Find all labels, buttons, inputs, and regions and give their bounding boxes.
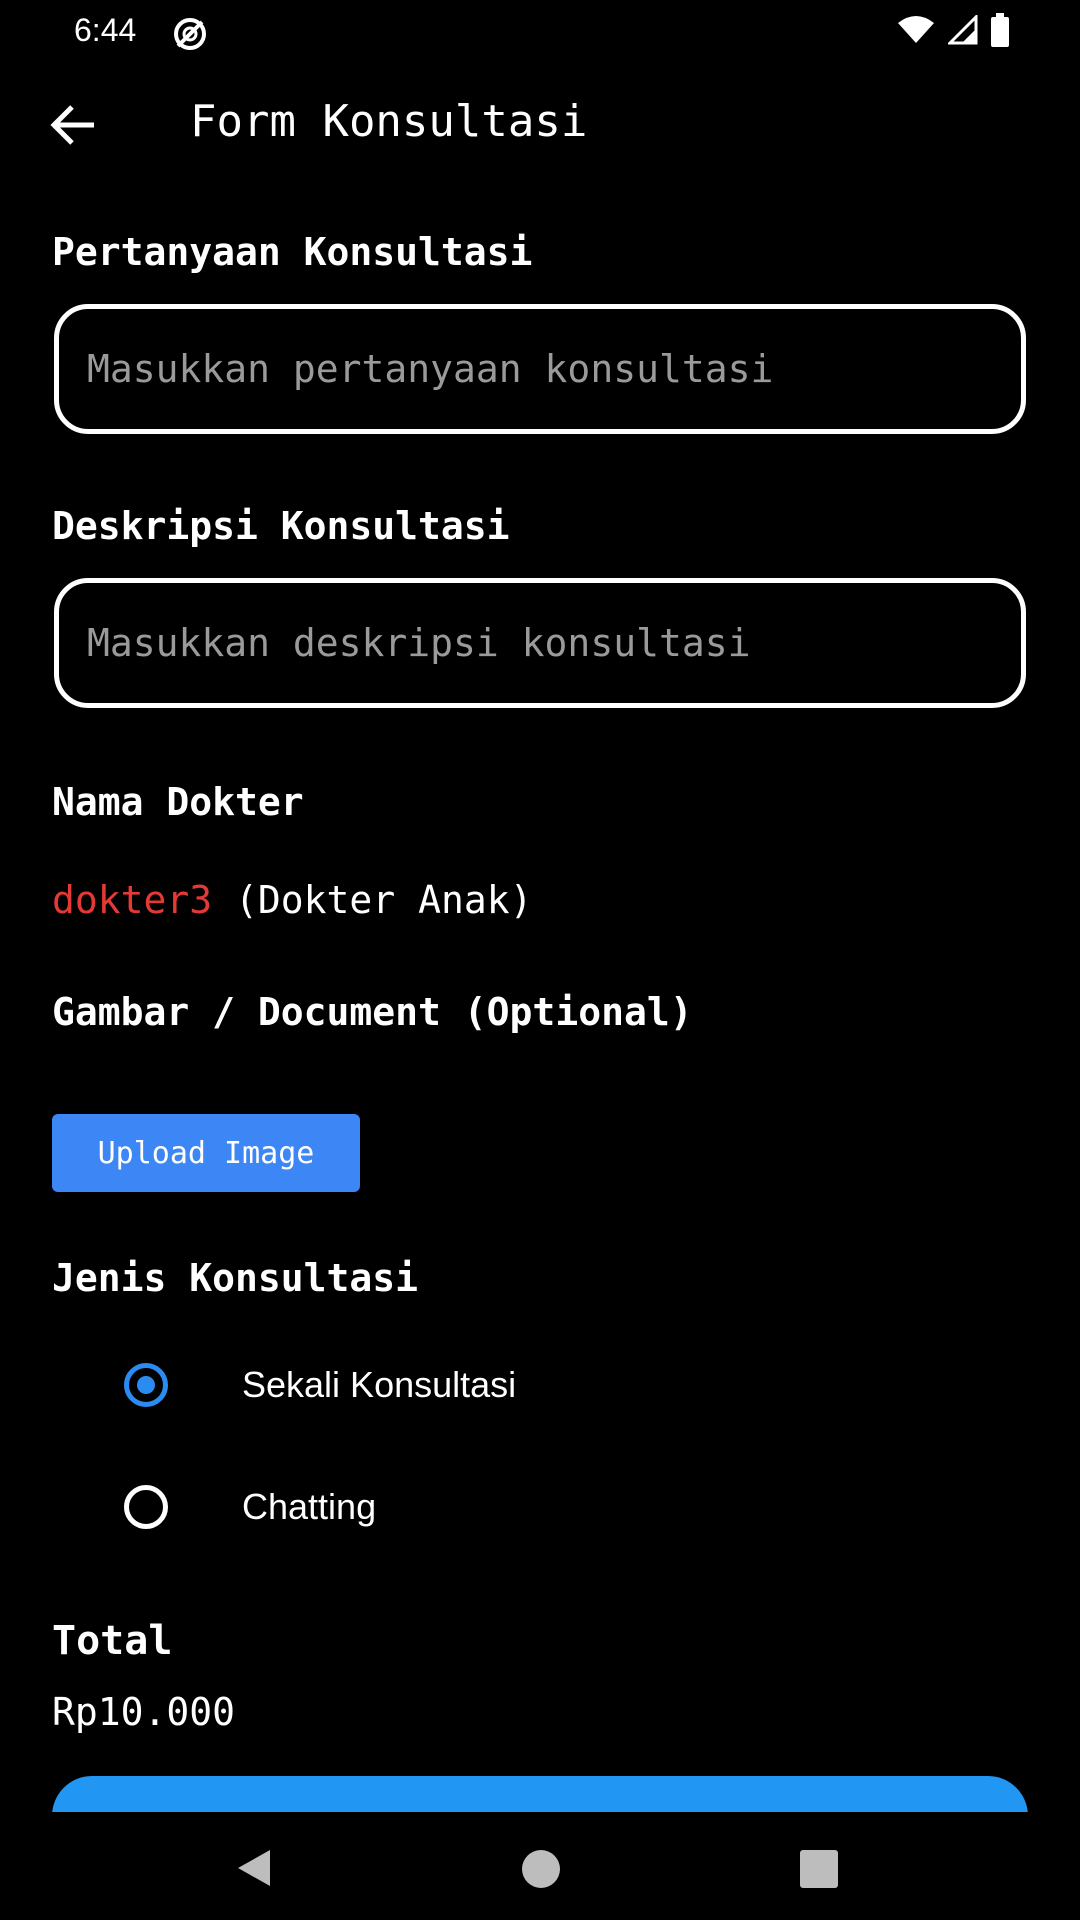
wifi-icon xyxy=(896,15,936,49)
radio-option-chatting[interactable]: Chatting xyxy=(0,1462,1080,1552)
nav-recents-icon[interactable] xyxy=(800,1850,838,1888)
status-icons xyxy=(896,13,1010,51)
page-title: Form Konsultasi xyxy=(190,96,588,147)
question-label: Pertanyaan Konsultasi xyxy=(52,230,533,274)
status-time: 6:44 xyxy=(74,12,137,48)
total-label: Total xyxy=(52,1618,173,1664)
doctor-info: dokter3 (Dokter Anak) xyxy=(52,878,532,922)
status-bar: 6:44 xyxy=(0,0,1080,64)
upload-image-button[interactable]: Upload Image xyxy=(52,1114,360,1192)
total-value: Rp10.000 xyxy=(52,1690,236,1734)
nav-back-icon[interactable] xyxy=(234,1848,274,1888)
doctor-specialty: (Dokter Anak) xyxy=(235,878,533,922)
radio-label: Chatting xyxy=(242,1486,377,1527)
radio-unchecked-icon[interactable] xyxy=(124,1485,168,1529)
description-field-container xyxy=(54,578,1026,708)
description-input[interactable] xyxy=(59,583,1021,703)
question-input[interactable] xyxy=(59,309,1021,429)
attachment-label: Gambar / Document (Optional) xyxy=(52,990,693,1034)
consultation-type-label: Jenis Konsultasi xyxy=(52,1256,419,1300)
question-field-container xyxy=(54,304,1026,434)
navigation-bar xyxy=(0,1812,1080,1920)
app-bar: Form Konsultasi xyxy=(0,80,1080,170)
sync-icon xyxy=(170,14,210,54)
description-label: Deskripsi Konsultasi xyxy=(52,504,510,548)
signal-icon xyxy=(946,13,978,49)
nav-home-icon[interactable] xyxy=(522,1850,560,1888)
doctor-label: Nama Dokter xyxy=(52,780,304,824)
radio-option-sekali-konsultasi[interactable]: Sekali Konsultasi xyxy=(0,1340,1080,1430)
back-arrow-icon xyxy=(50,105,96,149)
back-button[interactable] xyxy=(46,100,100,154)
radio-label: Sekali Konsultasi xyxy=(242,1364,517,1405)
radio-checked-icon[interactable] xyxy=(124,1363,168,1407)
battery-icon xyxy=(990,13,1010,51)
doctor-name: dokter3 xyxy=(52,878,213,922)
